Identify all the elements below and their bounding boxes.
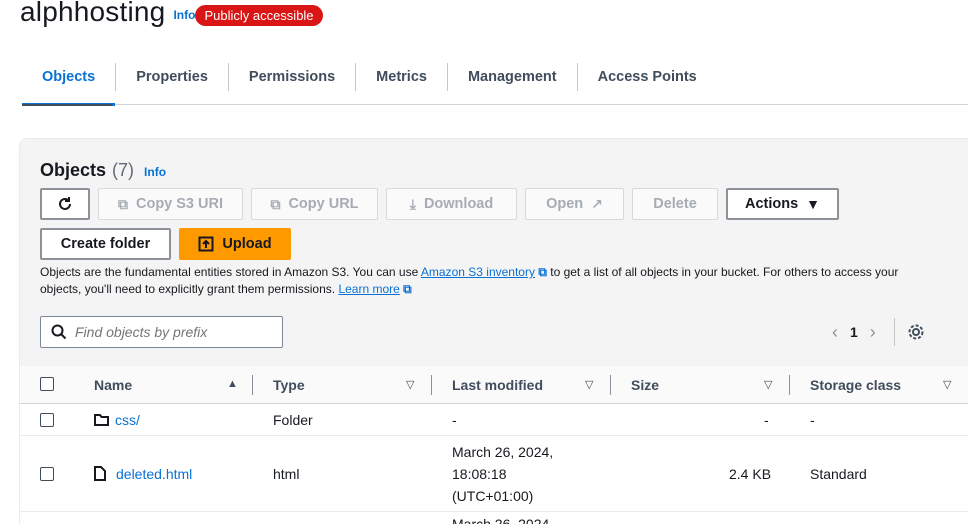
- copy-icon: ⧉: [270, 195, 281, 212]
- pagination: ‹ 1 ›: [832, 318, 925, 346]
- external-link-icon: ↗: [591, 195, 603, 212]
- copy-url-label: Copy URL: [288, 196, 359, 212]
- object-storage-class: -: [810, 411, 815, 428]
- chevron-left-icon[interactable]: ‹: [832, 322, 838, 343]
- column-name[interactable]: Name: [94, 377, 132, 393]
- object-link[interactable]: css/: [115, 412, 140, 428]
- tab-properties[interactable]: Properties: [116, 58, 228, 96]
- tab-objects[interactable]: Objects: [22, 58, 116, 106]
- active-tab-underline: [22, 104, 112, 106]
- sort-icon[interactable]: ▽: [943, 378, 951, 391]
- bucket-tabs: Objects Properties Permissions Metrics M…: [22, 58, 968, 106]
- upload-icon: [198, 236, 214, 252]
- column-divider: [610, 375, 611, 395]
- external-link-icon: ⧉: [403, 282, 412, 296]
- file-icon: [94, 465, 106, 481]
- tab-management[interactable]: Management: [448, 58, 577, 96]
- row-checkbox[interactable]: [40, 467, 54, 481]
- table-row: deleted.html html March 26, 2024, 18:08:…: [20, 436, 968, 512]
- copy-s3-uri-button[interactable]: ⧉ Copy S3 URI: [98, 188, 243, 220]
- public-access-badge: Publicly accessible: [195, 4, 323, 26]
- description-text: Objects are the fundamental entities sto…: [40, 265, 421, 279]
- gear-icon[interactable]: [907, 323, 925, 341]
- object-name-cell: css/: [94, 412, 140, 428]
- last-modified-line: (UTC+01:00): [452, 487, 534, 504]
- sort-icon[interactable]: ▽: [406, 378, 414, 391]
- header-info-link[interactable]: Info: [173, 8, 195, 22]
- object-last-modified: -: [452, 411, 457, 428]
- download-icon: ⤓: [409, 195, 416, 212]
- column-type[interactable]: Type: [273, 377, 305, 393]
- tab-access-points[interactable]: Access Points: [578, 58, 717, 96]
- objects-description: Objects are the fundamental entities sto…: [40, 264, 940, 298]
- create-folder-button[interactable]: Create folder: [40, 228, 171, 260]
- sort-icon[interactable]: ▽: [585, 378, 593, 391]
- table-row: March 26, 2024,: [20, 512, 968, 524]
- s3-inventory-link[interactable]: Amazon S3 inventory: [421, 265, 535, 279]
- create-folder-label: Create folder: [60, 236, 151, 252]
- object-name-cell: deleted.html: [94, 465, 192, 482]
- search-icon: [51, 324, 67, 340]
- refresh-button[interactable]: [40, 188, 90, 220]
- open-label: Open: [546, 196, 584, 212]
- folder-icon: [94, 413, 109, 426]
- object-size: -: [764, 411, 769, 428]
- object-link[interactable]: deleted.html: [116, 466, 192, 482]
- sort-ascending-icon[interactable]: ▲: [227, 378, 238, 390]
- search-box: [40, 316, 283, 348]
- object-storage-class: Standard: [810, 465, 867, 482]
- column-size[interactable]: Size: [631, 377, 659, 393]
- objects-heading: Objects (7) Info: [40, 160, 166, 181]
- object-type: Folder: [273, 411, 313, 428]
- sort-icon[interactable]: ▽: [764, 378, 772, 391]
- upload-button[interactable]: Upload: [179, 228, 291, 260]
- actions-label: Actions: [744, 196, 799, 212]
- actions-dropdown[interactable]: Actions ▼: [726, 188, 839, 220]
- last-modified-line: 18:08:18: [452, 465, 507, 482]
- select-all-checkbox[interactable]: [40, 377, 54, 391]
- objects-count: (7): [112, 160, 135, 180]
- tab-metrics[interactable]: Metrics: [356, 58, 447, 96]
- row-checkbox[interactable]: [40, 413, 54, 427]
- objects-title: Objects: [40, 160, 107, 180]
- external-link-icon: ⧉: [538, 265, 547, 279]
- column-last-modified[interactable]: Last modified: [452, 377, 543, 393]
- download-label: Download: [423, 196, 494, 212]
- download-button[interactable]: ⤓ Download: [386, 188, 517, 220]
- refresh-icon: [59, 197, 71, 210]
- column-divider: [252, 375, 253, 395]
- copy-s3-uri-label: Copy S3 URI: [135, 196, 223, 212]
- object-type: html: [273, 465, 300, 482]
- table-row: css/ Folder - - -: [20, 404, 968, 436]
- objects-info-link[interactable]: Info: [144, 165, 166, 179]
- bucket-header: alphhosting Info Publicly accessible: [20, 0, 323, 32]
- tab-permissions[interactable]: Permissions: [229, 58, 355, 96]
- upload-label: Upload: [222, 236, 272, 252]
- current-page[interactable]: 1: [850, 324, 858, 340]
- last-modified-line: March 26, 2024,: [452, 443, 554, 460]
- delete-label: Delete: [653, 196, 697, 212]
- object-last-modified: March 26, 2024, 18:08:18 (UTC+01:00): [452, 441, 553, 507]
- table-header: Name ▲ Type ▽ Last modified ▽ Size ▽ Sto…: [20, 366, 968, 404]
- objects-table: Name ▲ Type ▽ Last modified ▽ Size ▽ Sto…: [20, 366, 968, 524]
- search-input[interactable]: [75, 324, 265, 340]
- column-divider: [431, 375, 432, 395]
- column-storage-class[interactable]: Storage class: [810, 377, 901, 393]
- object-last-modified: March 26, 2024,: [452, 516, 554, 524]
- bucket-title: alphhosting: [20, 0, 166, 27]
- open-button[interactable]: Open ↗: [525, 188, 624, 220]
- column-divider: [789, 375, 790, 395]
- pager-divider: [893, 318, 895, 346]
- delete-button[interactable]: Delete: [632, 188, 718, 220]
- copy-icon: ⧉: [117, 195, 128, 212]
- learn-more-link[interactable]: Learn more: [338, 282, 399, 296]
- copy-url-button[interactable]: ⧉ Copy URL: [251, 188, 378, 220]
- caret-down-icon: ▼: [806, 196, 821, 212]
- object-size: 2.4 KB: [729, 465, 772, 482]
- chevron-right-icon[interactable]: ›: [870, 322, 876, 343]
